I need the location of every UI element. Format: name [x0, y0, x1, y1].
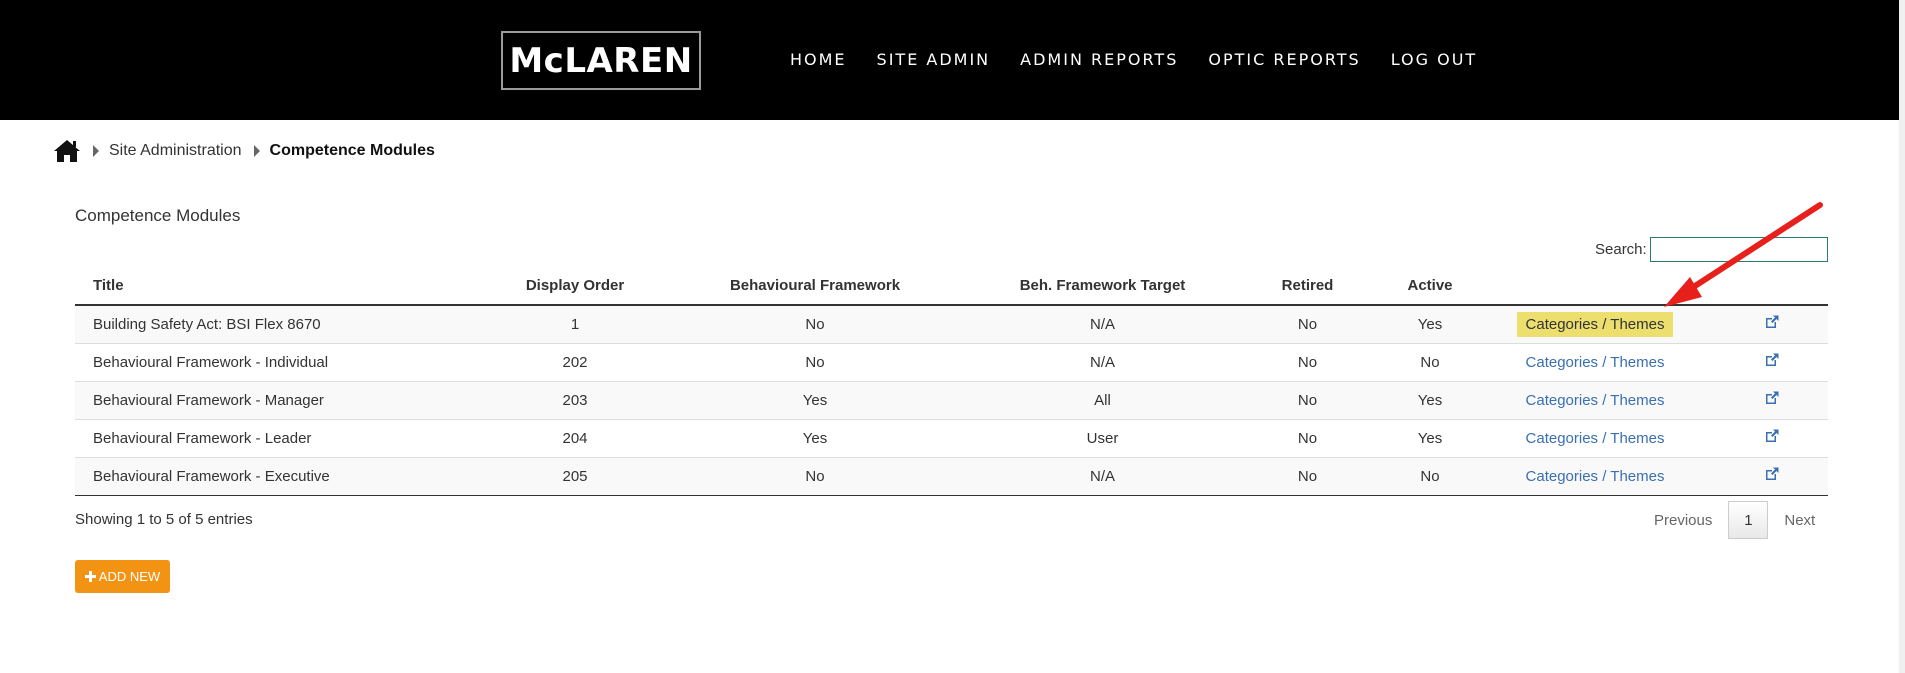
table-row: Building Safety Act: BSI Flex 8670 1 No N/A… — [75, 305, 1828, 344]
cell-categories: Categories / Themes — [1475, 381, 1715, 420]
modules-table: Title Display Order Behavioural Framewor… — [75, 267, 1828, 496]
cell-retired: No — [1230, 305, 1385, 344]
cell-external — [1715, 457, 1828, 496]
pagination: Previous 1 Next — [1638, 501, 1831, 539]
next-page-button[interactable]: Next — [1768, 512, 1831, 529]
breadcrumb-site-administration[interactable]: Site Administration — [109, 142, 242, 160]
breadcrumb-current: Competence Modules — [269, 142, 435, 159]
scrollbar[interactable] — [1899, 0, 1905, 673]
categories-themes-link[interactable]: Categories / Themes — [1516, 311, 1674, 337]
external-link-icon[interactable] — [1764, 390, 1780, 406]
previous-page-button[interactable]: Previous — [1638, 512, 1728, 529]
nav-log-out[interactable]: LOG OUT — [1391, 50, 1478, 69]
cell-active: Yes — [1385, 305, 1475, 344]
categories-themes-link[interactable]: Categories / Themes — [1526, 354, 1665, 371]
nav-admin-reports[interactable]: ADMIN REPORTS — [1020, 50, 1178, 69]
plus-icon — [84, 571, 96, 582]
cell-retired: No — [1230, 457, 1385, 496]
page-1-button[interactable]: 1 — [1728, 501, 1769, 539]
caret-right-icon — [93, 145, 99, 157]
cell-behavioural-framework: No — [655, 305, 975, 344]
cell-framework-target: N/A — [975, 343, 1230, 382]
search-label: Search: — [1595, 241, 1647, 258]
external-link-icon[interactable] — [1764, 466, 1780, 482]
section-title: Competence Modules — [75, 206, 241, 225]
column-header-title[interactable]: Title — [75, 267, 495, 306]
cell-retired: No — [1230, 381, 1385, 420]
nav-home[interactable]: HOME — [790, 50, 847, 69]
cell-display-order: 1 — [495, 305, 655, 344]
cell-external — [1715, 343, 1828, 382]
nav-optic-reports[interactable]: OPTIC REPORTS — [1208, 50, 1360, 69]
cell-title: Behavioural Framework - Executive — [75, 457, 495, 496]
table-row: Behavioural Framework - Leader 204 Yes User… — [75, 419, 1828, 458]
cell-external — [1715, 419, 1828, 458]
column-header-active[interactable]: Active — [1385, 267, 1475, 306]
home-icon[interactable] — [53, 138, 81, 164]
cell-behavioural-framework: No — [655, 457, 975, 496]
cell-title: Behavioural Framework - Manager — [75, 381, 495, 420]
cell-categories: Categories / Themes — [1475, 419, 1715, 458]
cell-framework-target: All — [975, 381, 1230, 420]
column-header-display-order[interactable]: Display Order — [495, 267, 655, 306]
cell-active: Yes — [1385, 381, 1475, 420]
top-header: McLAREN HOME SITE ADMIN ADMIN REPORTS OP… — [0, 0, 1905, 120]
table-row: Behavioural Framework - Executive 205 No N/… — [75, 457, 1828, 496]
cell-active: Yes — [1385, 419, 1475, 458]
cell-display-order: 202 — [495, 343, 655, 382]
cell-title: Behavioural Framework - Individual — [75, 343, 495, 382]
categories-themes-link[interactable]: Categories / Themes — [1526, 430, 1665, 447]
cell-active: No — [1385, 343, 1475, 382]
cell-active: No — [1385, 457, 1475, 496]
logo-text: McLAREN — [509, 40, 693, 81]
cell-external — [1715, 381, 1828, 420]
cell-behavioural-framework: Yes — [655, 419, 975, 458]
mclaren-logo[interactable]: McLAREN — [501, 31, 701, 90]
column-header-retired[interactable]: Retired — [1230, 267, 1385, 306]
cell-framework-target: User — [975, 419, 1230, 458]
cell-display-order: 203 — [495, 381, 655, 420]
external-link-icon[interactable] — [1764, 314, 1780, 330]
cell-categories: Categories / Themes — [1475, 457, 1715, 496]
cell-retired: No — [1230, 419, 1385, 458]
breadcrumb: Site Administration Competence Modules — [53, 138, 435, 164]
caret-right-icon — [253, 145, 260, 157]
column-header-framework-target[interactable]: Beh. Framework Target — [975, 267, 1230, 306]
cell-behavioural-framework: No — [655, 343, 975, 382]
add-new-button[interactable]: ADD NEW — [75, 560, 170, 593]
external-link-icon[interactable] — [1764, 352, 1780, 368]
cell-framework-target: N/A — [975, 457, 1230, 496]
table-row: Behavioural Framework - Individual 202 No N… — [75, 343, 1828, 382]
cell-retired: No — [1230, 343, 1385, 382]
external-link-icon[interactable] — [1764, 428, 1780, 444]
nav-site-admin[interactable]: SITE ADMIN — [877, 50, 991, 69]
annotation-arrow — [1664, 202, 1823, 307]
cell-categories: Categories / Themes — [1475, 343, 1715, 382]
cell-display-order: 204 — [495, 419, 655, 458]
cell-title: Behavioural Framework - Leader — [75, 419, 495, 458]
cell-framework-target: N/A — [975, 305, 1230, 344]
categories-themes-link[interactable]: Categories / Themes — [1526, 392, 1665, 409]
entries-info: Showing 1 to 5 of 5 entries — [75, 511, 253, 528]
column-header-behavioural-framework[interactable]: Behavioural Framework — [655, 267, 975, 306]
main-nav: HOME SITE ADMIN ADMIN REPORTS OPTIC REPO… — [790, 50, 1507, 69]
cell-behavioural-framework: Yes — [655, 381, 975, 420]
table-row: Behavioural Framework - Manager 203 Yes All… — [75, 381, 1828, 420]
categories-themes-link[interactable]: Categories / Themes — [1526, 468, 1665, 485]
cell-title: Building Safety Act: BSI Flex 8670 — [75, 305, 495, 344]
add-new-label: ADD NEW — [98, 569, 161, 584]
cell-display-order: 205 — [495, 457, 655, 496]
